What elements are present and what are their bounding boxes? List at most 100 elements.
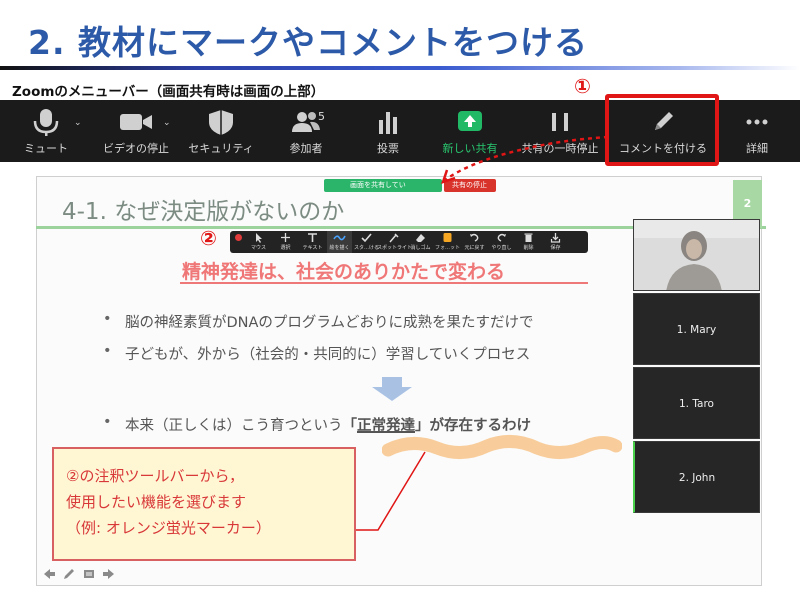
- mute-button[interactable]: ⌄ ミュート: [8, 100, 84, 162]
- tool-mouse[interactable]: マウス: [246, 231, 271, 253]
- headline-rest: は、社会のありかたで変わる: [258, 261, 506, 283]
- more-label: 詳細: [746, 142, 768, 155]
- participants-label: 参加者: [289, 142, 323, 155]
- format-color-icon: [443, 233, 452, 242]
- participant-video-tile[interactable]: [633, 219, 760, 291]
- share-status-banner: 画面を共有してい 共有の停止: [324, 179, 496, 192]
- slide-bullet-2: • 子どもが、外から（社会的・共同的に）学習していくプロセス: [103, 343, 531, 364]
- pause-share-button[interactable]: 共有の一時停止: [516, 100, 604, 162]
- participant-name: 2. John: [678, 472, 716, 484]
- more-dots-icon: [746, 119, 768, 125]
- tool-stamp[interactable]: スタ…ける: [354, 231, 379, 253]
- title-divider: [0, 66, 800, 70]
- stop-share-button[interactable]: 共有の停止: [444, 179, 496, 192]
- more-button[interactable]: 詳細: [722, 100, 792, 162]
- pen-icon[interactable]: [62, 566, 76, 580]
- bullet-3-term: 正常発達: [357, 418, 415, 434]
- undo-icon: [470, 233, 479, 242]
- slide-bullet-1: • 脳の神経素質がDNAのプログラムどおりに成熟を果たすだけで: [103, 311, 534, 332]
- participants-button[interactable]: 5 参加者: [268, 100, 344, 162]
- move-icon: [281, 233, 290, 242]
- slide-headline: 精神発達は、社会のありかたで変わる: [182, 257, 505, 284]
- sharing-indicator[interactable]: 画面を共有してい: [324, 179, 442, 192]
- step-2-badge: ②: [200, 226, 217, 250]
- tool-eraser[interactable]: 消しゴム: [408, 231, 433, 253]
- notes-icon[interactable]: [82, 566, 96, 580]
- stamp-check-icon: [361, 233, 372, 243]
- stop-video-label: ビデオの停止: [103, 142, 169, 155]
- callout-line-1: ②の注釈ツールバーから，: [66, 467, 244, 485]
- video-options-chevron-icon[interactable]: ⌄: [163, 118, 171, 128]
- sharing-text: 画面を共有してい: [350, 181, 406, 189]
- tool-select[interactable]: 選択: [273, 231, 298, 253]
- tool-format[interactable]: フォ…ット: [435, 231, 460, 253]
- orange-highlighter-stroke: [382, 435, 622, 459]
- tool-text[interactable]: テキスト: [300, 231, 325, 253]
- stop-share-label: 共有の停止: [452, 181, 487, 189]
- participant-video-thumbnail: [634, 220, 759, 290]
- tool-delete[interactable]: 削除: [516, 231, 541, 253]
- cursor-icon: [256, 233, 262, 243]
- bullet-3-prefix: 本来（正しくは）こう育つという: [125, 418, 343, 434]
- security-label: セキュリティ: [188, 142, 254, 155]
- headline-keyword: 精神発達: [182, 261, 259, 283]
- text-icon: [308, 233, 317, 242]
- save-icon: [550, 233, 561, 243]
- tool-save[interactable]: 保存: [543, 231, 568, 253]
- eraser-icon: [416, 234, 425, 242]
- new-share-button[interactable]: 新しい共有: [432, 100, 508, 162]
- participants-icon: [292, 112, 320, 132]
- participant-tile-taro[interactable]: 1. Taro: [633, 367, 760, 439]
- annotate-highlight-box: [605, 94, 719, 166]
- close-toolbar-icon[interactable]: [235, 234, 242, 241]
- pause-icon: [552, 113, 568, 131]
- security-button[interactable]: セキュリティ: [183, 100, 259, 162]
- participant-tile-mary[interactable]: 1. Mary: [633, 293, 760, 365]
- pause-share-label: 共有の一時停止: [521, 142, 599, 155]
- participant-name: 1. Taro: [679, 398, 714, 410]
- bullet-3-rest: 」が存在するわけ: [415, 418, 531, 434]
- tool-save-label: 保存: [550, 245, 561, 251]
- callout-line-2: 使用したい機能を選びます: [66, 493, 247, 511]
- bullet-marker: •: [103, 414, 112, 430]
- annotation-toolbar: マウス 選択 テキスト 絵を描く スタ…ける スポットライト 消しゴム フォ…ッ…: [230, 231, 588, 253]
- bullet-2-text: 子どもが、外から（社会的・共同的に）学習していくプロセス: [125, 347, 531, 363]
- stop-video-button[interactable]: ⌄ ビデオの停止: [96, 100, 176, 162]
- bullet-3-open-bracket: 「: [342, 418, 358, 434]
- trash-icon: [524, 233, 533, 242]
- tool-undo[interactable]: 元に戻す: [462, 231, 487, 253]
- slide-heading: 4-1. なぜ決定版がないのか: [62, 199, 345, 225]
- bullet-marker: •: [103, 343, 112, 359]
- forward-arrow-icon[interactable]: [102, 566, 116, 580]
- callout-line-3: （例: オレンジ蛍光マーカー）: [66, 519, 271, 537]
- tool-redo[interactable]: やり直し: [489, 231, 514, 253]
- back-arrow-icon[interactable]: [42, 566, 56, 580]
- menubar-caption: Zoomのメニューバー（画面共有時は画面の上部）: [12, 84, 325, 100]
- participant-name: 1. Mary: [676, 324, 717, 336]
- tool-draw[interactable]: 絵を描く: [327, 231, 352, 253]
- headline-underline: [180, 282, 588, 284]
- tool-spotlight[interactable]: スポットライト: [377, 231, 412, 253]
- bar-chart-icon: [379, 112, 397, 134]
- new-share-label: 新しい共有: [442, 142, 498, 155]
- draw-squiggle-icon: [333, 235, 346, 241]
- page-title: 2. 教材にマークやコメントをつける: [28, 23, 588, 62]
- step-1-badge: ①: [574, 74, 591, 98]
- participants-panel: 1. Mary 1. Taro 2. John: [633, 219, 760, 513]
- redo-icon: [497, 233, 506, 242]
- microphone-icon: [33, 109, 59, 136]
- down-arrow-icon: [372, 377, 412, 401]
- mute-options-chevron-icon[interactable]: ⌄: [74, 118, 82, 128]
- polls-label: 投票: [377, 142, 399, 155]
- bullet-1-text: 脳の神経素質がDNAのプログラムどおりに成熟を果たすだけで: [125, 315, 534, 331]
- participant-count: 5: [318, 110, 325, 123]
- instruction-callout: ②の注釈ツールバーから， 使用したい機能を選びます （例: オレンジ蛍光マーカー…: [52, 447, 356, 561]
- participant-tile-john[interactable]: 2. John: [633, 441, 760, 513]
- mute-label: ミュート: [24, 142, 68, 155]
- polls-button[interactable]: 投票: [350, 100, 426, 162]
- shield-icon: [209, 110, 233, 135]
- spotlight-icon: [389, 233, 399, 243]
- slide-bullet-3: • 本来（正しくは）こう育つという「正常発達」が存在するわけ: [103, 414, 531, 435]
- bullet-marker: •: [103, 311, 112, 327]
- share-arrow-icon: [458, 111, 482, 131]
